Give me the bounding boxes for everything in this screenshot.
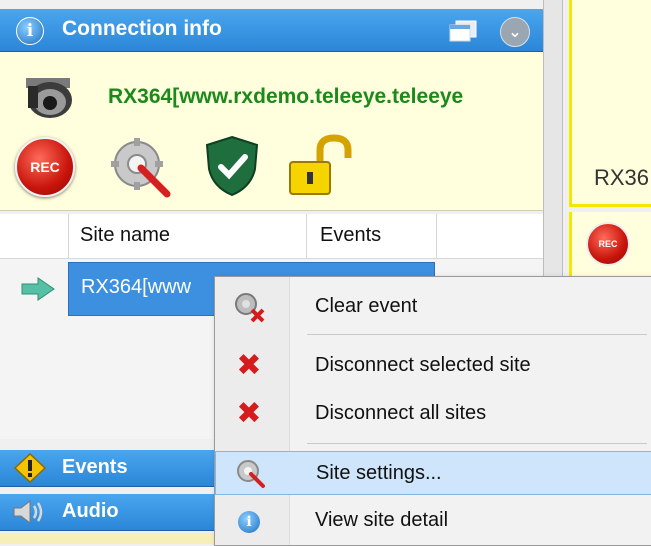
column-divider (306, 214, 307, 258)
windows-icon[interactable] (448, 19, 478, 43)
menu-item-view-site-detail[interactable]: i View site detail (215, 499, 651, 543)
record-button-small[interactable]: REC (586, 222, 630, 266)
menu-item-label: View site detail (315, 509, 449, 531)
menu-item-site-settings[interactable]: Site settings... (215, 451, 651, 495)
audio-label: Audio (62, 500, 119, 522)
preview-site-label: RX36 (594, 165, 650, 190)
site-card: RX364[www.rxdemo.teleeye.teleeye REC (0, 52, 543, 211)
speaker-icon (13, 499, 43, 525)
clear-event-icon (235, 293, 265, 323)
bottom-strip (0, 533, 220, 544)
column-site-name[interactable]: Site name (80, 224, 170, 247)
site-name-cell: RX364[www (81, 276, 192, 298)
warning-icon (14, 453, 46, 483)
events-label: Events (62, 456, 128, 478)
x-icon: ✖ (236, 396, 262, 431)
video-preview-tile[interactable]: RX36 (569, 0, 651, 207)
audio-section-header[interactable]: Audio (0, 494, 220, 531)
info-icon: i (16, 17, 44, 45)
info-icon: i (233, 505, 265, 537)
column-divider (68, 214, 69, 258)
menu-item-clear-event[interactable]: Clear event (215, 285, 651, 329)
shield-icon[interactable] (203, 135, 261, 197)
connection-info-header[interactable]: i Connection info ⌄ (0, 9, 543, 52)
connection-info-title: Connection info (62, 17, 222, 40)
settings-icon (237, 460, 265, 488)
column-divider (436, 214, 437, 258)
menu-item-label: Site settings... (316, 462, 442, 484)
context-menu: Clear event ✖ Disconnect selected site ✖… (214, 276, 651, 546)
dome-camera-icon (26, 78, 72, 118)
menu-item-label: Disconnect all sites (315, 402, 487, 424)
site-title: RX364[www.rxdemo.teleeye.teleeye (108, 85, 464, 108)
record-button[interactable]: REC (15, 137, 75, 197)
x-icon: ✖ (236, 348, 262, 383)
menu-separator (307, 443, 647, 444)
column-events[interactable]: Events (320, 224, 381, 247)
menu-item-label: Clear event (315, 295, 418, 317)
menu-item-disconnect-all[interactable]: ✖ Disconnect all sites (215, 392, 651, 436)
menu-separator (307, 334, 647, 335)
unlock-icon[interactable] (288, 134, 358, 198)
settings-icon[interactable] (105, 134, 175, 198)
chevron-down-icon[interactable]: ⌄ (500, 17, 530, 47)
site-table-header: Site name Events (0, 214, 543, 259)
events-section-header[interactable]: Events (0, 450, 220, 487)
menu-item-label: Disconnect selected site (315, 354, 531, 376)
menu-item-disconnect-selected[interactable]: ✖ Disconnect selected site (215, 344, 651, 388)
current-row-arrow-icon (21, 277, 55, 301)
